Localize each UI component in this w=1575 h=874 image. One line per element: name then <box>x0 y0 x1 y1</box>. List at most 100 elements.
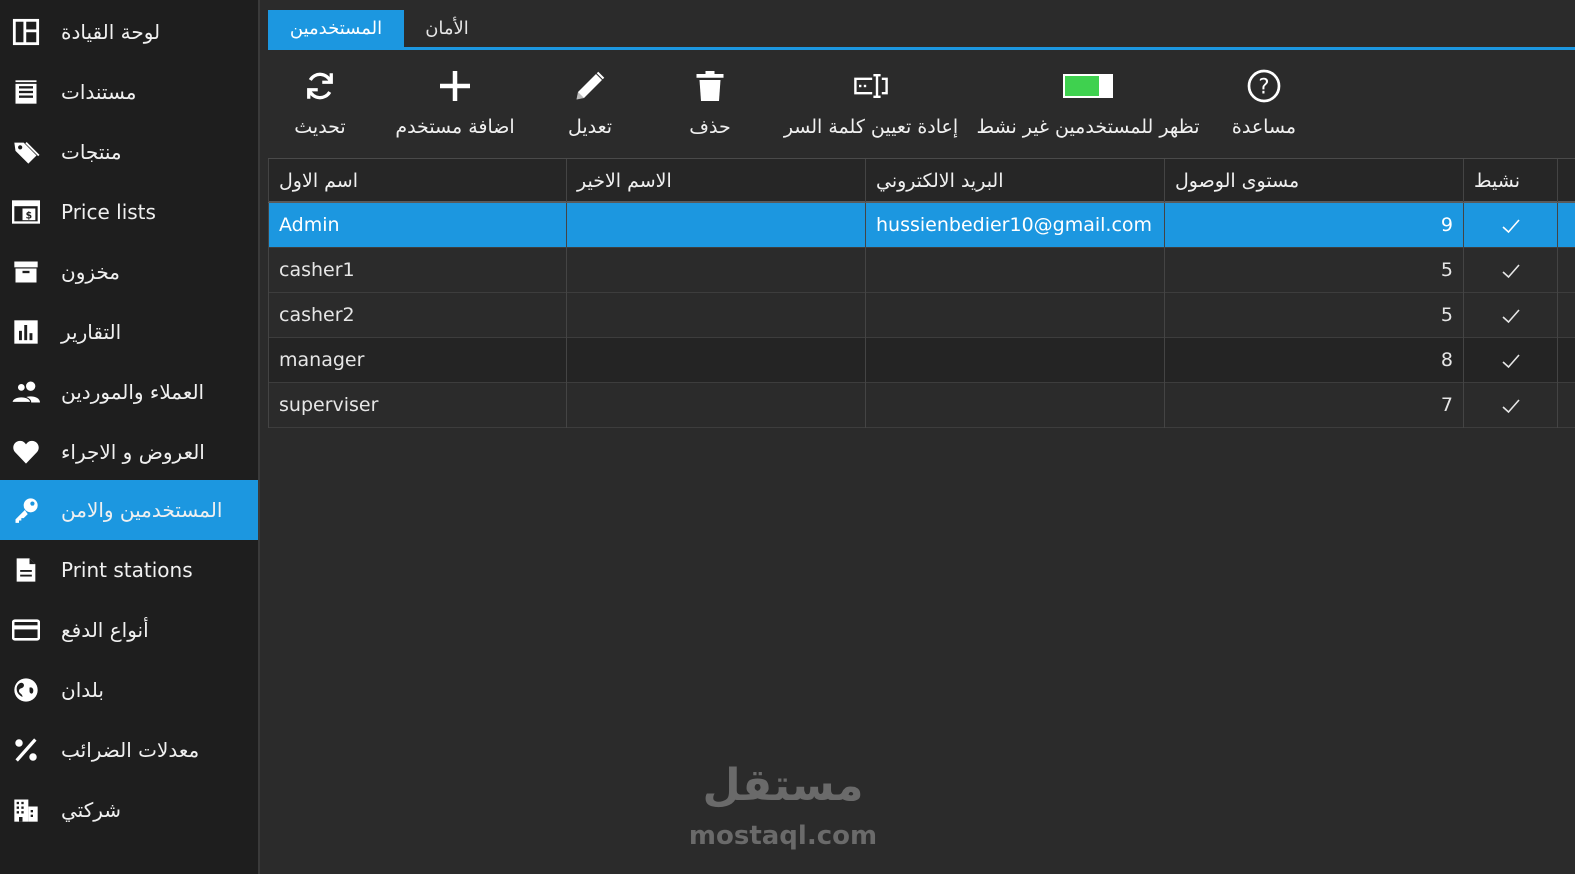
sidebar-item-customers-suppliers[interactable]: العملاء والموردين <box>0 362 258 422</box>
refresh-button[interactable]: تحديث <box>278 60 362 150</box>
cell-access-level: 9 <box>1165 203 1464 248</box>
cell-first-name: manager <box>268 338 567 383</box>
sidebar-item-inventory[interactable]: مخزون <box>0 242 258 302</box>
cell-access-level: 7 <box>1165 383 1464 428</box>
cell-email <box>866 338 1165 383</box>
sidebar-item-dashboard[interactable]: لوحة القيادة <box>0 2 258 62</box>
cell-spacer <box>1558 248 1575 293</box>
globe-icon <box>10 676 42 704</box>
toggle-switch-icon <box>1062 66 1114 106</box>
cell-first-name: casher1 <box>268 248 567 293</box>
watermark-url: mostaql.com <box>688 821 878 851</box>
cell-email: hussienbedier10@gmail.com <box>866 203 1165 248</box>
sidebar-item-label: التقارير <box>61 320 122 344</box>
sidebar-item-label: لوحة القيادة <box>61 20 161 44</box>
sidebar-item-documents[interactable]: مستندات <box>0 62 258 122</box>
table-row[interactable]: superviser 7 <box>268 383 1575 428</box>
sidebar-item-label: Price lists <box>61 200 156 224</box>
cell-email <box>866 383 1165 428</box>
add-user-button[interactable]: اضافة مستخدم <box>384 60 526 150</box>
cell-first-name: superviser <box>268 383 567 428</box>
table-row[interactable]: Admin hussienbedier10@gmail.com 9 <box>268 203 1575 248</box>
help-button[interactable]: ? مساعدة <box>1222 60 1306 150</box>
cell-spacer <box>1558 383 1575 428</box>
sidebar-item-countries[interactable]: بلدان <box>0 660 258 720</box>
cell-last-name <box>567 383 866 428</box>
cell-last-name <box>567 203 866 248</box>
password-field-icon <box>851 66 891 106</box>
sidebar-item-label: أنواع الدفع <box>61 618 149 642</box>
edit-button[interactable]: تعديل <box>550 60 630 150</box>
help-icon: ? <box>1244 66 1284 106</box>
cell-active <box>1464 293 1558 338</box>
checkmark-icon <box>1501 308 1520 323</box>
column-header-last-name[interactable]: الاسم الاخير <box>567 159 866 202</box>
documents-icon <box>10 78 42 106</box>
cell-access-level: 5 <box>1165 248 1464 293</box>
people-icon <box>10 378 42 406</box>
table-row[interactable]: manager 8 <box>268 338 1575 383</box>
inventory-icon <box>10 258 42 286</box>
sidebar-item-label: المستخدمين والامن <box>61 498 223 522</box>
grid-header: اسم الاول الاسم الاخير البريد الالكتروني… <box>268 158 1575 203</box>
table-row[interactable]: casher2 5 <box>268 293 1575 338</box>
credit-card-icon <box>10 616 42 644</box>
sidebar-item-my-company[interactable]: شركتي <box>0 780 258 840</box>
checkmark-icon <box>1501 263 1520 278</box>
percent-icon <box>10 736 42 764</box>
reset-password-label: إعادة تعيين كلمة السر <box>783 116 959 138</box>
add-user-label: اضافة مستخدم <box>395 116 515 138</box>
column-header-first-name[interactable]: اسم الاول <box>268 159 567 202</box>
column-header-email[interactable]: البريد الالكتروني <box>866 159 1165 202</box>
cell-spacer <box>1558 203 1575 248</box>
table-row[interactable]: casher1 5 <box>268 248 1575 293</box>
sidebar-item-print-stations[interactable]: Print stations <box>0 540 258 600</box>
tab-users[interactable]: المستخدمين <box>268 10 404 48</box>
print-station-icon <box>10 556 42 584</box>
sidebar-item-label: منتجات <box>61 140 122 164</box>
users-grid: اسم الاول الاسم الاخير البريد الالكتروني… <box>268 158 1575 874</box>
sidebar-item-label: Print stations <box>61 558 193 582</box>
checkmark-icon <box>1501 218 1520 233</box>
sidebar: لوحة القيادة مستندات منتجات $ Price list… <box>0 0 258 874</box>
cell-first-name: casher2 <box>268 293 567 338</box>
plus-icon <box>435 66 475 106</box>
cell-spacer <box>1558 293 1575 338</box>
tab-underline <box>268 47 1575 50</box>
show-inactive-label: تظهر للمستخدمين غير نشط <box>976 116 1200 138</box>
heart-icon <box>10 438 42 466</box>
sidebar-item-price-lists[interactable]: $ Price lists <box>0 182 258 242</box>
show-inactive-toggle[interactable]: تظهر للمستخدمين غير نشط <box>972 60 1204 150</box>
help-label: مساعدة <box>1231 116 1297 138</box>
column-header-access-level[interactable]: مستوى الوصول <box>1165 159 1464 202</box>
pencil-icon <box>570 66 610 106</box>
cell-last-name <box>567 248 866 293</box>
delete-button[interactable]: حذف <box>670 60 750 150</box>
sidebar-item-label: العملاء والموردين <box>61 380 205 404</box>
key-icon <box>10 496 42 524</box>
sidebar-item-payment-types[interactable]: أنواع الدفع <box>0 600 258 660</box>
sidebar-divider <box>258 0 260 874</box>
sidebar-item-label: مستندات <box>61 80 137 104</box>
delete-label: حذف <box>689 116 731 138</box>
column-header-active[interactable]: نشيط <box>1464 159 1558 202</box>
reports-icon <box>10 318 42 346</box>
company-icon <box>10 796 42 824</box>
cell-active <box>1464 248 1558 293</box>
reset-password-button[interactable]: إعادة تعيين كلمة السر <box>780 60 962 150</box>
sidebar-item-products[interactable]: منتجات <box>0 122 258 182</box>
sidebar-item-users-security[interactable]: المستخدمين والامن <box>0 480 258 540</box>
sidebar-item-label: شركتي <box>61 798 122 822</box>
tab-security[interactable]: الأمان <box>404 10 490 48</box>
cell-first-name: Admin <box>268 203 567 248</box>
sidebar-item-label: العروض و الاجراء <box>61 440 205 464</box>
cell-last-name <box>567 338 866 383</box>
sidebar-item-offers[interactable]: العروض و الاجراء <box>0 422 258 482</box>
tag-icon <box>10 138 42 166</box>
sidebar-item-tax-rates[interactable]: معدلات الضرائب <box>0 720 258 780</box>
cell-email <box>866 293 1165 338</box>
cell-active <box>1464 338 1558 383</box>
sidebar-item-reports[interactable]: التقارير <box>0 302 258 362</box>
svg-text:?: ? <box>1258 75 1269 99</box>
cell-access-level: 5 <box>1165 293 1464 338</box>
